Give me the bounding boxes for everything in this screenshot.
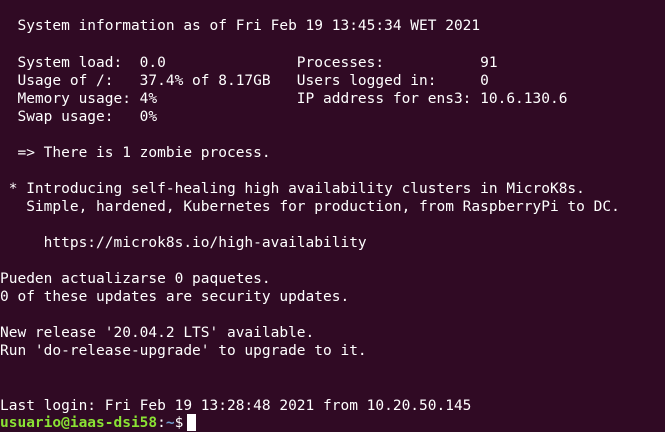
microk8s-notice-line2: Simple, hardened, Kubernetes for product…	[0, 199, 620, 215]
prompt-symbol: $	[174, 415, 184, 431]
prompt-path: ~	[165, 415, 175, 431]
prompt-separator: :	[157, 415, 166, 431]
prompt-user-host: usuario@iaas-dsi58	[0, 415, 158, 431]
last-login: Last login: Fri Feb 19 13:28:48 2021 fro…	[0, 398, 472, 414]
updates-available: Pueden actualizarse 0 paquetes.	[0, 271, 271, 287]
sysinfo-title: System information as of Fri Feb 19 13:4…	[0, 18, 481, 34]
zombie-notice: => There is 1 zombie process.	[0, 145, 271, 161]
microk8s-notice-line1: * Introducing self-healing high availabi…	[0, 181, 585, 197]
terminal-window[interactable]: System information as of Fri Feb 19 13:4…	[0, 0, 665, 432]
text-cursor[interactable]	[187, 414, 197, 431]
new-release-notice: New release '20.04.2 LTS' available.	[0, 325, 315, 341]
shell-prompt[interactable]: usuario@iaas-dsi58:~$	[0, 414, 197, 432]
stats-row-disk-users: Usage of /: 37.4% of 8.17GB Users logged…	[0, 73, 489, 89]
microk8s-url: https://microk8s.io/high-availability	[0, 235, 367, 251]
stats-row-load-processes: System load: 0.0 Processes: 91	[0, 55, 498, 71]
stats-row-swap: Swap usage: 0%	[0, 109, 158, 125]
upgrade-instruction: Run 'do-release-upgrade' to upgrade to i…	[0, 343, 367, 359]
stats-row-memory-ip: Memory usage: 4% IP address for ens3: 10…	[0, 91, 568, 107]
security-updates: 0 of these updates are security updates.	[0, 289, 350, 305]
